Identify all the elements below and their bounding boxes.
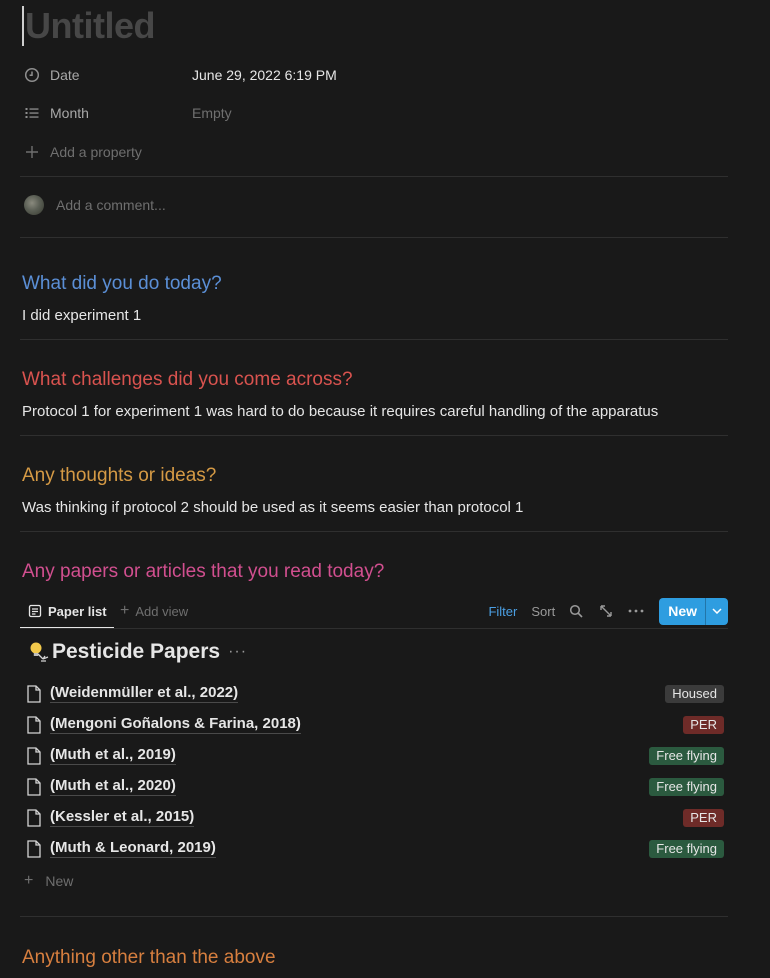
list-item[interactable]: (Mengoni Goñalons & Farina, 2018) PER: [20, 709, 728, 740]
search-icon[interactable]: [567, 602, 585, 620]
heading-other[interactable]: Anything other than the above: [22, 945, 276, 971]
plus-icon: [22, 142, 42, 162]
status-badge: Free flying: [649, 778, 724, 796]
divider: [20, 916, 728, 917]
divider: [20, 435, 728, 436]
text-thoughts[interactable]: Was thinking if protocol 2 should be use…: [22, 497, 523, 519]
row-title[interactable]: (Muth et al., 2019): [50, 746, 176, 765]
add-view-button[interactable]: + Add view: [120, 596, 188, 626]
divider: [20, 176, 728, 177]
page-icon: [24, 777, 44, 797]
add-row-label: New: [45, 873, 74, 889]
text-cursor: [22, 6, 24, 46]
row-title[interactable]: (Mengoni Goñalons & Farina, 2018): [50, 715, 301, 734]
row-title[interactable]: (Muth et al., 2020): [50, 777, 176, 796]
page-icon: [24, 746, 44, 766]
filter-button[interactable]: Filter: [488, 604, 517, 619]
divider: [20, 628, 728, 629]
divider: [20, 339, 728, 340]
database-title-row: Pesticide Papers ···: [28, 640, 247, 664]
comment-input[interactable]: Add a comment...: [24, 195, 166, 215]
page-title[interactable]: Untitled: [25, 6, 155, 46]
status-badge: PER: [683, 809, 724, 827]
heading-did-today[interactable]: What did you do today?: [22, 271, 222, 297]
expand-icon[interactable]: [597, 602, 615, 620]
document-list-icon: [28, 604, 42, 618]
property-date[interactable]: Date June 29, 2022 6:19 PM: [22, 64, 337, 86]
heading-thoughts[interactable]: Any thoughts or ideas?: [22, 463, 216, 489]
database-tools: Filter Sort New: [488, 596, 728, 626]
list-item[interactable]: (Kessler et al., 2015) PER: [20, 802, 728, 833]
chevron-down-icon[interactable]: [705, 597, 728, 625]
text-did-today[interactable]: I did experiment 1: [22, 305, 141, 327]
status-badge: Free flying: [649, 840, 724, 858]
clock-icon: [22, 65, 42, 85]
heading-challenges[interactable]: What challenges did you come across?: [22, 367, 353, 393]
plus-icon: +: [120, 602, 130, 619]
list-icon: [22, 103, 42, 123]
status-badge: Free flying: [649, 747, 724, 765]
heading-papers[interactable]: Any papers or articles that you read tod…: [22, 559, 384, 585]
new-button[interactable]: New: [659, 598, 705, 625]
status-badge: Housed: [665, 685, 724, 703]
row-title[interactable]: (Muth & Leonard, 2019): [50, 839, 216, 858]
add-property-label: Add a property: [50, 144, 142, 160]
tab-label: Paper list: [48, 603, 107, 619]
sort-button[interactable]: Sort: [531, 604, 555, 619]
database-more-button[interactable]: ···: [228, 643, 247, 661]
property-month[interactable]: Month Empty: [22, 102, 232, 124]
page-icon: [24, 684, 44, 704]
page-icon: [24, 808, 44, 828]
database-title[interactable]: Pesticide Papers: [52, 640, 220, 664]
list-item[interactable]: (Weidenmüller et al., 2022) Housed: [20, 678, 728, 709]
divider: [20, 531, 728, 532]
property-label-month: Month: [50, 105, 89, 121]
property-value-date[interactable]: June 29, 2022 6:19 PM: [192, 67, 337, 83]
database-rows: (Weidenmüller et al., 2022) Housed (Meng…: [20, 678, 728, 864]
add-row-button[interactable]: + New: [24, 870, 73, 892]
page-icon: [24, 715, 44, 735]
add-property-button[interactable]: Add a property: [22, 141, 142, 163]
more-options-icon[interactable]: [627, 602, 645, 620]
list-item[interactable]: (Muth et al., 2019) Free flying: [20, 740, 728, 771]
divider: [20, 237, 728, 238]
page-icon: [24, 839, 44, 859]
status-badge: PER: [683, 716, 724, 734]
property-label-date: Date: [50, 67, 80, 83]
comment-placeholder: Add a comment...: [56, 197, 166, 213]
add-view-label: Add view: [135, 603, 189, 619]
text-challenges[interactable]: Protocol 1 for experiment 1 was hard to …: [22, 401, 658, 423]
tab-paper-list[interactable]: Paper list: [20, 596, 114, 629]
row-title[interactable]: (Weidenmüller et al., 2022): [50, 684, 239, 703]
avatar: [24, 195, 44, 215]
row-title[interactable]: (Kessler et al., 2015): [50, 808, 195, 827]
property-value-month[interactable]: Empty: [192, 105, 232, 121]
list-item[interactable]: (Muth & Leonard, 2019) Free flying: [20, 833, 728, 864]
page-title-container[interactable]: Untitled: [22, 6, 155, 46]
list-item[interactable]: (Muth et al., 2020) Free flying: [20, 771, 728, 802]
plus-icon: +: [24, 872, 34, 889]
database-toolbar: Paper list + Add view Filter Sort New: [20, 596, 728, 629]
lightbulb-icon: [28, 640, 50, 664]
new-button-group: New: [659, 597, 728, 625]
